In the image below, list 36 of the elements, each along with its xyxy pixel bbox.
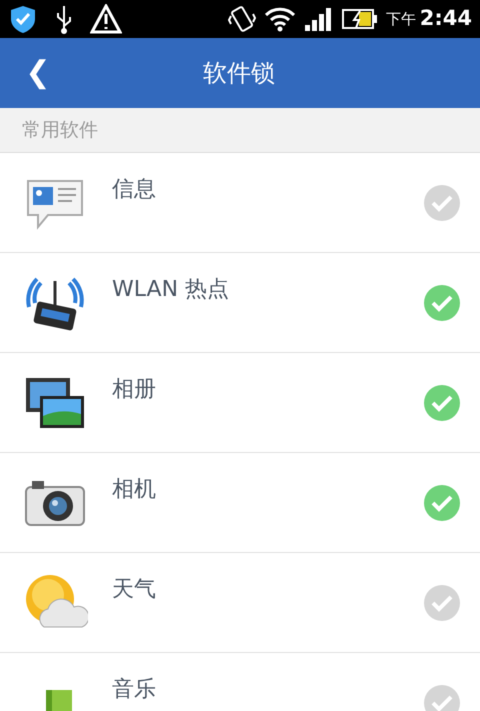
check-icon bbox=[431, 194, 453, 212]
app-row[interactable]: 音乐 bbox=[0, 653, 480, 711]
app-row[interactable]: 相册 bbox=[0, 353, 480, 453]
vibrate-icon bbox=[228, 4, 256, 34]
battery-icon bbox=[342, 8, 378, 30]
check-toggle[interactable] bbox=[424, 584, 460, 620]
section-header: 常用软件 bbox=[22, 118, 98, 143]
signal-icon bbox=[304, 6, 334, 32]
check-toggle[interactable] bbox=[424, 684, 460, 711]
app-name: 天气 bbox=[112, 576, 157, 604]
check-icon bbox=[431, 394, 453, 412]
check-icon bbox=[431, 294, 453, 312]
check-toggle[interactable] bbox=[424, 284, 460, 320]
wifi-icon bbox=[264, 6, 296, 32]
app-name: 信息 bbox=[112, 176, 157, 204]
app-name: 音乐 bbox=[112, 676, 157, 704]
time-period: 下午 bbox=[386, 8, 416, 30]
check-toggle[interactable] bbox=[424, 384, 460, 420]
app-name: WLAN 热点 bbox=[112, 276, 230, 304]
check-icon bbox=[431, 494, 453, 512]
page-title: 软件锁 bbox=[203, 59, 275, 87]
check-toggle[interactable] bbox=[424, 184, 460, 220]
clock-time: 2:44 bbox=[420, 5, 472, 32]
app-row[interactable]: 天气 bbox=[0, 553, 480, 653]
app-row[interactable]: 信息 bbox=[0, 153, 480, 253]
usb-icon bbox=[54, 4, 74, 34]
app-row[interactable]: WLAN 热点 bbox=[0, 253, 480, 353]
check-icon bbox=[431, 694, 453, 711]
app-name: 相册 bbox=[112, 376, 157, 404]
check-icon bbox=[431, 594, 453, 612]
app-name: 相机 bbox=[112, 476, 157, 504]
warning-icon bbox=[90, 4, 122, 34]
app-row[interactable]: 相机 bbox=[0, 453, 480, 553]
back-button[interactable]: ❮ bbox=[8, 58, 68, 88]
check-toggle[interactable] bbox=[424, 484, 460, 520]
shield-icon bbox=[8, 4, 38, 34]
